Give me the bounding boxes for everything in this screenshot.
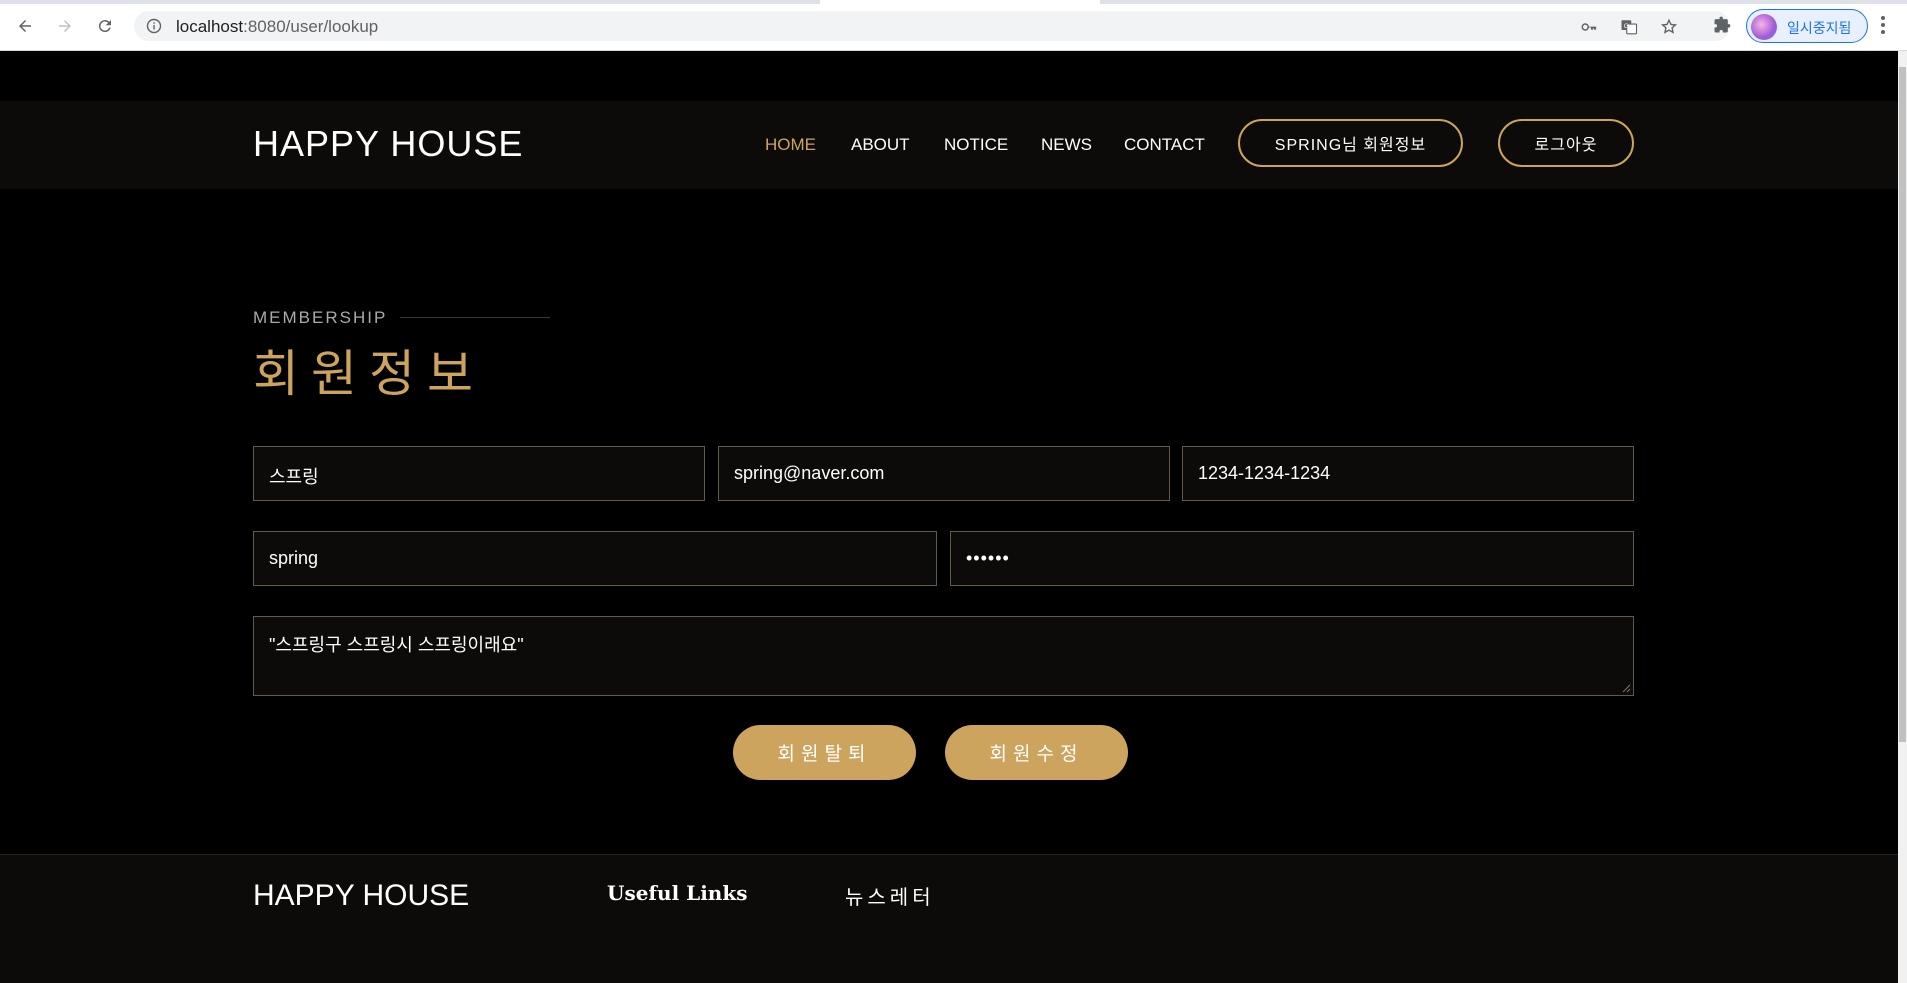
member-info-button[interactable]: SPRING님 회원정보 bbox=[1238, 119, 1463, 167]
active-tab[interactable] bbox=[820, 0, 1100, 4]
phone-field[interactable]: 1234-1234-1234 bbox=[1182, 446, 1634, 501]
address-textarea[interactable]: "스프링구 스프링시 스프링이래요" bbox=[253, 616, 1634, 696]
profile-button[interactable]: 일시중지됨 bbox=[1746, 9, 1868, 43]
footer-newsletter-heading: 뉴스레터 bbox=[845, 885, 935, 909]
update-button[interactable]: 회원수정 bbox=[945, 725, 1128, 780]
nav-news[interactable]: NEWS bbox=[1041, 135, 1092, 155]
bookmark-star-icon[interactable] bbox=[1660, 18, 1678, 36]
browser-toolbar: localhost:8080/user/lookup G 일시중지됨 bbox=[0, 0, 1907, 51]
scrollbar-thumb[interactable] bbox=[1899, 67, 1906, 742]
svg-text:G: G bbox=[1624, 23, 1629, 30]
nav-notice[interactable]: NOTICE bbox=[944, 135, 1008, 155]
url-text[interactable]: localhost:8080/user/lookup bbox=[176, 17, 378, 37]
nav-contact[interactable]: CONTACT bbox=[1124, 135, 1205, 155]
withdraw-button[interactable]: 회원탈퇴 bbox=[733, 725, 916, 780]
email-field[interactable]: spring@naver.com bbox=[718, 446, 1170, 501]
kicker-divider bbox=[400, 317, 550, 318]
reload-icon[interactable] bbox=[93, 14, 117, 38]
profile-status-label: 일시중지됨 bbox=[1787, 20, 1852, 36]
password-field[interactable]: •••••• bbox=[950, 531, 1634, 586]
logout-button[interactable]: 로그아웃 bbox=[1498, 119, 1634, 167]
address-bar[interactable]: localhost:8080/user/lookup G bbox=[134, 11, 1730, 41]
nav-about[interactable]: ABOUT bbox=[851, 135, 910, 155]
tab-strip bbox=[0, 0, 1907, 4]
page-title: 회원정보 bbox=[253, 345, 485, 403]
site-header: HAPPY HOUSE HOME ABOUT NOTICE NEWS CONTA… bbox=[0, 101, 1898, 189]
site-info-icon[interactable] bbox=[146, 18, 162, 34]
page-content: HAPPY HOUSE HOME ABOUT NOTICE NEWS CONTA… bbox=[0, 51, 1898, 983]
back-icon[interactable] bbox=[13, 14, 37, 38]
profile-avatar bbox=[1751, 14, 1777, 40]
footer-useful-links-heading: Useful Links bbox=[607, 881, 748, 905]
key-icon[interactable] bbox=[1580, 18, 1598, 36]
translate-icon[interactable]: G bbox=[1620, 18, 1638, 36]
forward-icon[interactable] bbox=[53, 14, 77, 38]
browser-menu-icon[interactable] bbox=[1880, 16, 1886, 36]
name-field[interactable]: 스프링 bbox=[253, 446, 705, 501]
extensions-icon[interactable] bbox=[1712, 15, 1732, 35]
footer-logo: HAPPY HOUSE bbox=[253, 879, 470, 912]
user-id-field[interactable]: spring bbox=[253, 531, 937, 586]
nav-home[interactable]: HOME bbox=[765, 135, 816, 155]
resize-handle-icon[interactable] bbox=[1621, 683, 1631, 693]
section-kicker: MEMBERSHIP bbox=[253, 308, 388, 327]
address-text: "스프링구 스프링시 스프링이래요" bbox=[269, 635, 524, 655]
site-footer: HAPPY HOUSE Useful Links 뉴스레터 bbox=[0, 854, 1898, 983]
site-logo[interactable]: HAPPY HOUSE bbox=[253, 123, 523, 165]
page-scrollbar[interactable] bbox=[1898, 51, 1907, 983]
